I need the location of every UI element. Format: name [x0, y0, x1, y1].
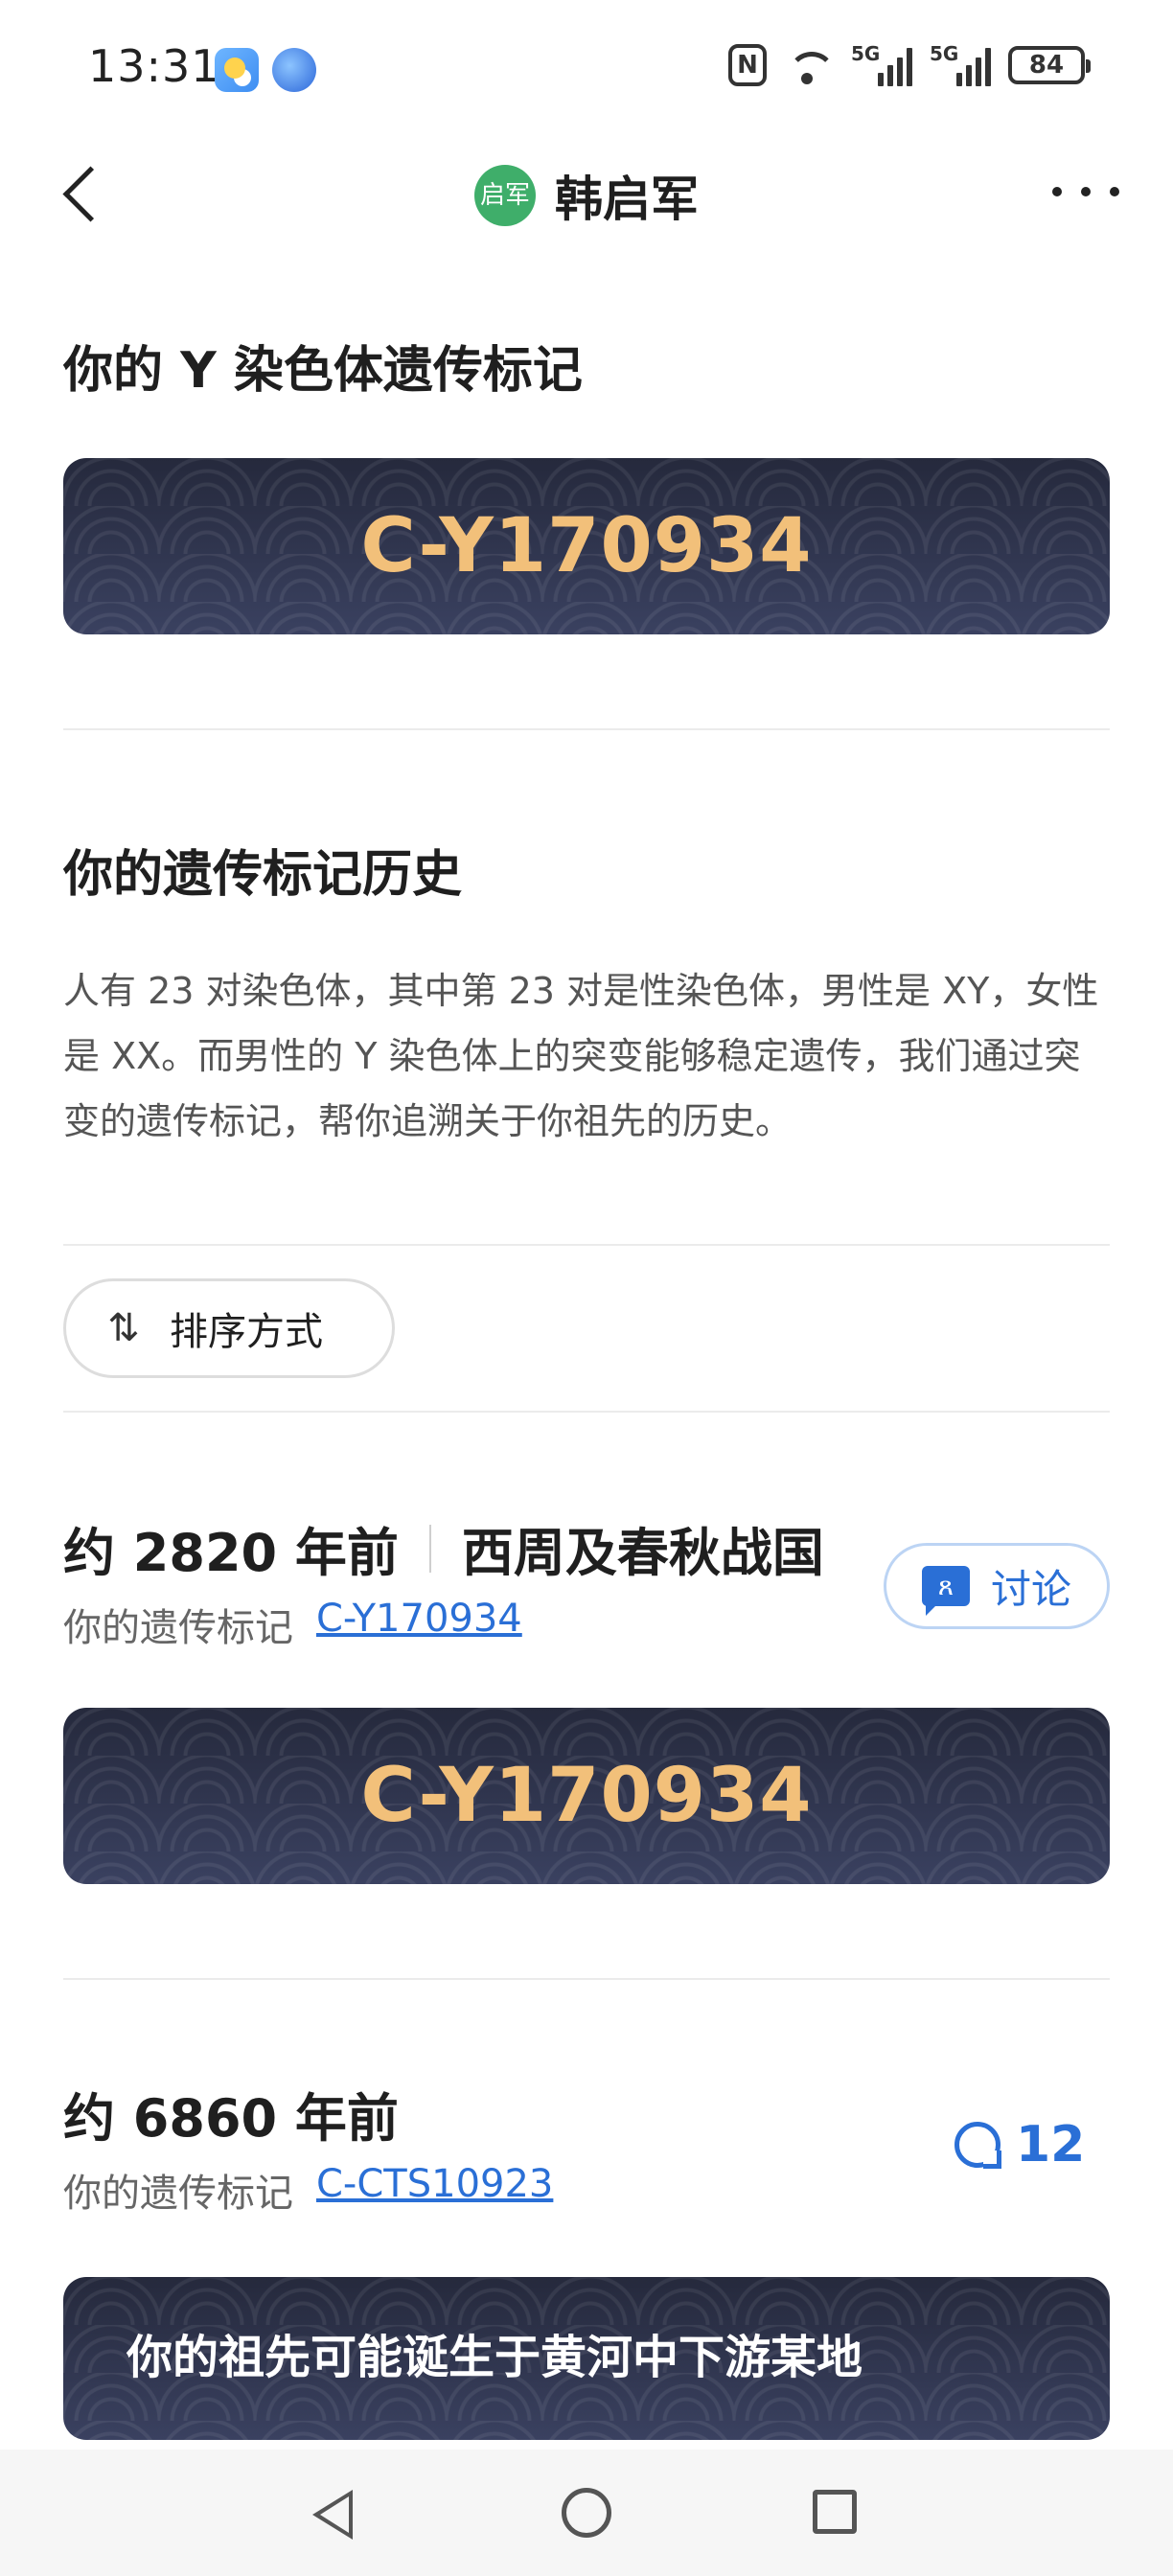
system-nav-bar [0, 2450, 1173, 2576]
entry-marker-row: 你的遗传标记 C-Y170934 [63, 1597, 522, 1652]
entry-era: 西周及春秋战国 [461, 1523, 824, 1583]
entry-marker-link[interactable]: C-Y170934 [316, 1597, 522, 1652]
signal-icon: 5G [851, 42, 912, 86]
weather-icon [215, 48, 259, 92]
history-description: 人有 23 对染色体，其中第 23 对是性染色体，男性是 XY，女性是 XX。而… [63, 970, 1099, 1142]
nav-back-icon[interactable] [312, 2490, 353, 2540]
more-dot-icon [1110, 187, 1119, 196]
sort-icon: ⇅ [107, 1306, 140, 1350]
history-title: 你的遗传标记历史 [63, 846, 463, 904]
entry-header: 约 6860 年前 [63, 2076, 399, 2151]
entry-marker-label: 你的遗传标记 [63, 2172, 293, 2216]
origin-text: 你的祖先可能诞生于黄河中下游某地 [126, 2331, 863, 2384]
entry-time: 约 6860 年前 [63, 2088, 399, 2149]
more-dot-icon [1052, 187, 1062, 196]
more-button[interactable] [1052, 165, 1119, 218]
entry-marker-row: 你的遗传标记 C-CTS10923 [63, 2162, 553, 2218]
divider [63, 1244, 1110, 1246]
chat-icon: ጸ [921, 1566, 970, 1616]
signal-tag: 5G [851, 42, 881, 65]
origin-card[interactable]: 你的祖先可能诞生于黄河中下游某地 [63, 2277, 1110, 2440]
signal-icon: 5G [930, 42, 991, 86]
entry-separator [428, 1524, 431, 1573]
battery-icon: 84 [1008, 46, 1091, 84]
comment-count[interactable]: 12 [954, 2116, 1085, 2174]
discuss-label: 讨论 [990, 1565, 1071, 1613]
status-time: 13:31 [88, 40, 220, 92]
entry-marker-card[interactable]: C-Y170934 [63, 1708, 1110, 1884]
divider [63, 1978, 1110, 1980]
nfc-icon: N [728, 44, 767, 86]
discuss-button[interactable]: ጸ 讨论 [884, 1543, 1110, 1629]
more-dot-icon [1081, 187, 1091, 196]
nav-home-icon[interactable] [562, 2488, 611, 2538]
header-title-group: 启军 韩启军 [0, 161, 1173, 230]
comment-number: 12 [1016, 2116, 1086, 2174]
wifi-icon [784, 44, 836, 86]
sort-button[interactable]: ⇅ 排序方式 [63, 1278, 395, 1378]
signal-tag: 5G [930, 42, 959, 65]
entry-marker-code: C-Y170934 [360, 1753, 813, 1839]
app-header: 启军 韩启军 [0, 144, 1173, 240]
y-marker-title: 你的 Y 染色体遗传标记 [63, 342, 583, 400]
entry-marker-link[interactable]: C-CTS10923 [316, 2162, 553, 2218]
entry-marker-label: 你的遗传标记 [63, 1606, 293, 1650]
nav-recents-icon[interactable] [813, 2490, 857, 2534]
entry-time: 约 2820 年前 [63, 1523, 399, 1583]
sort-label: 排序方式 [170, 1310, 323, 1354]
comment-icon [954, 2122, 1001, 2169]
status-indicators: N 5G 5G 84 [728, 42, 1091, 86]
divider [63, 728, 1110, 730]
status-bar: 13:31 N 5G 5G 84 [0, 0, 1173, 134]
entry-header: 约 2820 年前 西周及春秋战国 [63, 1510, 824, 1586]
avatar[interactable]: 启军 [474, 165, 536, 226]
divider [63, 1411, 1110, 1413]
y-marker-card[interactable]: C-Y170934 [63, 458, 1110, 634]
page-title: 韩启军 [555, 172, 699, 227]
y-marker-code: C-Y170934 [360, 503, 813, 589]
browser-icon [272, 48, 316, 92]
